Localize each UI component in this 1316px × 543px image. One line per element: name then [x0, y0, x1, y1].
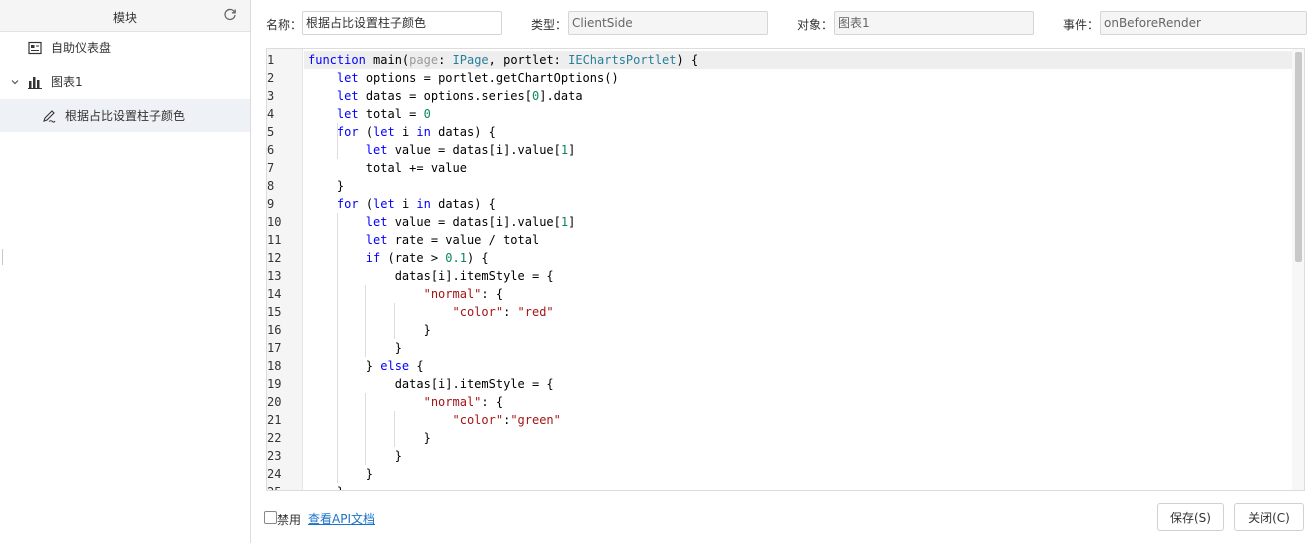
type-label: 类型： — [531, 18, 568, 32]
editor-scrollbar[interactable] — [1292, 49, 1304, 490]
bar-chart-icon — [27, 74, 43, 90]
code-line: datas[i].itemStyle = { — [308, 269, 554, 283]
line-number: 13 — [267, 269, 282, 283]
event-field[interactable]: onBeforeRender — [1100, 11, 1307, 35]
code-line: } else { — [308, 359, 424, 373]
script-edit-icon — [41, 108, 57, 124]
tree-item-script[interactable]: 根据占比设置柱子颜色 — [0, 99, 250, 132]
code-line: } — [308, 431, 431, 445]
code-line: } — [308, 449, 402, 463]
line-number: 7 — [267, 161, 275, 175]
line-number: 6 — [267, 143, 275, 157]
object-field[interactable]: 图表1 — [834, 11, 1034, 35]
code-line: for (let i in datas) { — [336, 197, 496, 211]
line-number: 22 — [267, 431, 282, 445]
code-line: let value = datas[i].value[1] — [365, 143, 576, 157]
code-line: total += value — [308, 161, 467, 175]
code-line: let datas = options.series[0].data — [336, 89, 583, 103]
code-line: datas[i].itemStyle = { — [308, 377, 554, 391]
object-label: 对象： — [797, 18, 834, 32]
line-number: 23 — [267, 449, 282, 463]
editor-scrollbar-thumb[interactable] — [1295, 52, 1302, 262]
line-number: 5 — [267, 125, 275, 139]
code-line: for (let i in datas) { — [336, 125, 496, 139]
close-button[interactable]: 关闭(C) — [1234, 503, 1304, 531]
code-line: } — [308, 341, 402, 355]
code-line: let value = datas[i].value[1] — [365, 215, 576, 229]
tree-item-label: 自助仪表盘 — [51, 41, 112, 55]
line-number: 8 — [267, 179, 275, 193]
module-panel-header: 模块 — [0, 0, 250, 32]
line-number: 20 — [267, 395, 282, 409]
line-number: 18 — [267, 359, 282, 373]
panel-splitter-handle[interactable] — [2, 249, 4, 265]
code-line: "color":"green" — [452, 413, 561, 427]
line-number: 21 — [267, 413, 282, 427]
line-number: 1 — [267, 53, 275, 67]
code-line: let rate = value / total — [365, 233, 540, 247]
line-number: 11 — [267, 233, 282, 247]
line-number: 12 — [267, 251, 282, 265]
disable-label: 禁用 — [277, 513, 302, 527]
type-field[interactable]: ClientSide — [568, 11, 768, 35]
code-line: function main(page: IPage, portlet: IECh… — [308, 53, 699, 67]
line-number: 15 — [267, 305, 282, 319]
code-line: "normal": { — [423, 395, 504, 409]
disable-checkbox[interactable] — [264, 511, 277, 524]
tree-item-label: 根据占比设置柱子颜色 — [65, 109, 186, 123]
code-line: "color": "red" — [452, 305, 554, 319]
code-line: } — [308, 179, 345, 193]
code-line: } — [308, 483, 344, 490]
line-number: 25 — [267, 485, 281, 490]
line-number: 19 — [267, 377, 282, 391]
tree-item-label: 图表1 — [51, 75, 83, 89]
line-number: 3 — [267, 89, 275, 103]
line-number: 14 — [267, 287, 282, 301]
code-editor[interactable]: 1 function main(page: IPage, portlet: IEC… — [266, 48, 1305, 491]
tree-item-chart1[interactable]: 图表1 — [0, 65, 250, 98]
line-number: 2 — [267, 71, 275, 85]
name-label: 名称： — [266, 18, 303, 32]
event-label: 事件： — [1063, 18, 1100, 32]
api-docs-link[interactable]: 查看API文档 — [308, 510, 375, 527]
code-line: "normal": { — [423, 287, 504, 301]
line-number: 24 — [267, 467, 282, 481]
save-button[interactable]: 保存(S) — [1157, 503, 1224, 531]
code-line: let total = 0 — [336, 107, 431, 121]
module-panel: 模块 自助仪表盘 图表1 根据占比设置柱子颜色 — [0, 0, 251, 543]
name-field[interactable]: 根据占比设置柱子颜色 — [302, 11, 502, 35]
code-line: } — [308, 323, 431, 337]
module-panel-title: 模块 — [112, 11, 137, 25]
code-line: if (rate > 0.1) { — [365, 251, 489, 265]
line-number: 16 — [267, 323, 282, 337]
line-number: 17 — [267, 341, 282, 355]
dashboard-icon — [27, 40, 43, 56]
code-line: let options = portlet.getChartOptions() — [336, 71, 619, 85]
line-number: 4 — [267, 107, 275, 121]
chevron-down-icon[interactable] — [10, 77, 20, 87]
line-number: 10 — [267, 215, 282, 229]
tree-item-dashboard[interactable]: 自助仪表盘 — [0, 31, 250, 64]
line-number: 9 — [267, 197, 275, 211]
refresh-icon[interactable] — [223, 8, 237, 22]
code-line: } — [308, 467, 374, 481]
